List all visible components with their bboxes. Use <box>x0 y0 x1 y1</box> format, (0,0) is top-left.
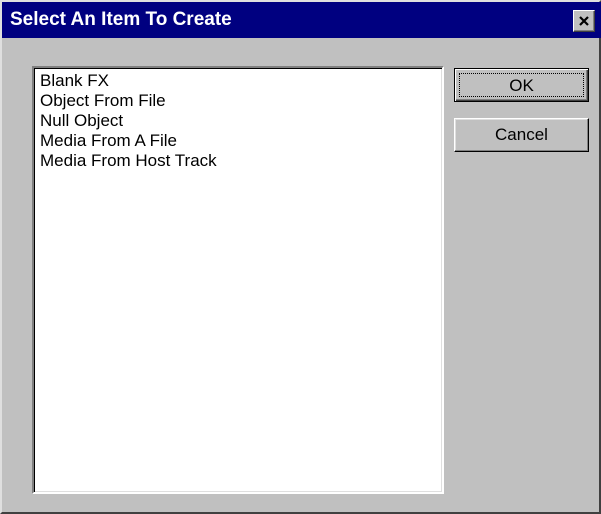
list-item-blank-fx[interactable]: Blank FX <box>40 71 442 91</box>
select-item-dialog: Select An Item To Create Blank FX Object… <box>0 0 601 514</box>
ok-button[interactable]: OK <box>454 68 589 102</box>
item-listbox[interactable]: Blank FX Object From File Null Object Me… <box>32 66 444 494</box>
ok-button-label: OK <box>459 73 584 97</box>
cancel-button[interactable]: Cancel <box>454 118 589 152</box>
close-button[interactable] <box>573 10 595 32</box>
close-icon <box>579 16 589 26</box>
list-item-object-from-file[interactable]: Object From File <box>40 91 442 111</box>
title-bar[interactable]: Select An Item To Create <box>2 2 601 38</box>
dialog-title: Select An Item To Create <box>10 9 232 30</box>
list-item-media-from-file[interactable]: Media From A File <box>40 131 442 151</box>
list-item-media-from-host-track[interactable]: Media From Host Track <box>40 151 442 171</box>
list-item-null-object[interactable]: Null Object <box>40 111 442 131</box>
